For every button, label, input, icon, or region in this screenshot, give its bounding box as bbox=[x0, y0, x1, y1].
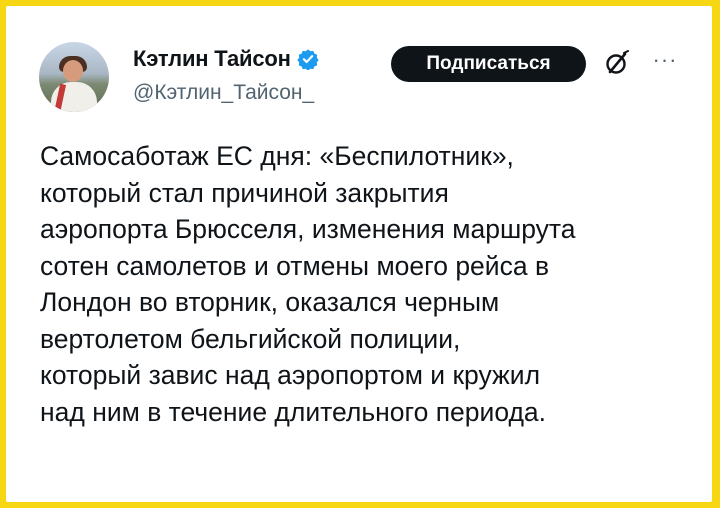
subscribe-button[interactable]: Подписаться bbox=[391, 46, 586, 82]
tweet-line: Самосаботаж ЕС дня: «Беспилотник», bbox=[40, 141, 514, 171]
grok-icon[interactable] bbox=[604, 50, 630, 76]
author-name-row: Кэтлин Тайсон bbox=[133, 46, 319, 72]
tweet-line: над ним в течение длительного периода. bbox=[40, 396, 547, 427]
author-handle[interactable]: @Кэтлин_Тайсон_ bbox=[133, 81, 314, 105]
avatar-head bbox=[63, 60, 83, 82]
tweet-line: сотен самолетов и отмены моего рейса в bbox=[40, 250, 550, 281]
tweet-line: который завис над аэропортом и кружил bbox=[40, 360, 541, 390]
tweet-line: Лондон во вторник, оказался черным bbox=[40, 287, 500, 317]
avatar[interactable] bbox=[39, 42, 109, 112]
tweet-line: аэропорта Брюсселя, изменения маршрута bbox=[40, 214, 576, 244]
author-name[interactable]: Кэтлин Тайсон bbox=[133, 46, 291, 72]
tweet-text: Самосаботаж ЕС дня: «Беспилотник», котор… bbox=[40, 138, 700, 430]
more-options-icon[interactable]: ··· bbox=[649, 49, 681, 71]
tweet-line: вертолетом бельгийской полиции, bbox=[40, 323, 461, 354]
verified-badge-icon bbox=[297, 49, 319, 70]
tweet-line: который стал причиной закрытия bbox=[40, 177, 449, 208]
tweet-card: Кэтлин Тайсон @Кэтлин_Тайсон_ Подписатьс… bbox=[6, 6, 712, 502]
